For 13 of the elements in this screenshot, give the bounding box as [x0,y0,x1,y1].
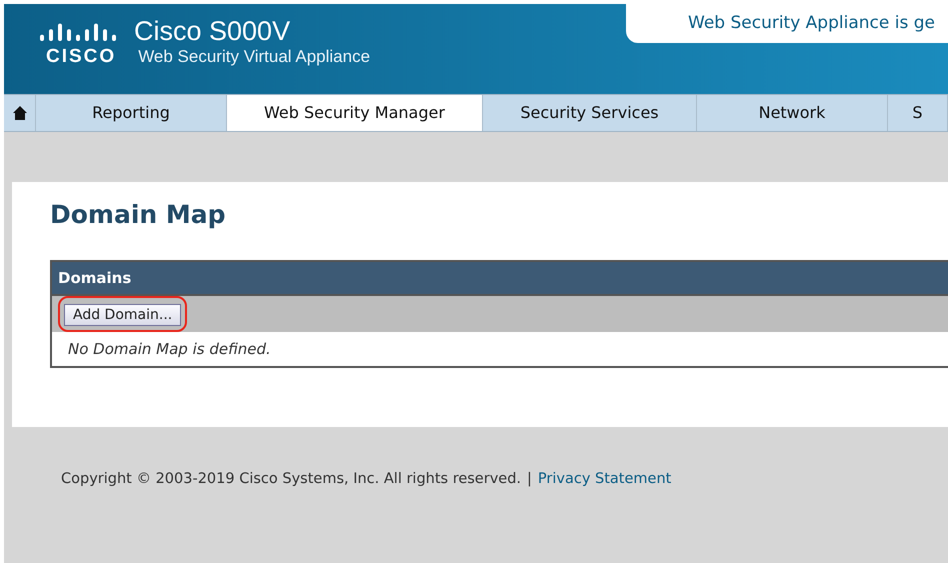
separator: | [527,470,532,489]
home-icon [12,105,28,121]
copyright-text: Copyright © 2003-2019 Cisco Systems, Inc. All rights reserved. [61,470,522,489]
privacy-link[interactable]: Privacy Statement [538,469,672,491]
logo-wordmark: CISCO [46,47,116,66]
notice-banner: Web Security Appliance is ge [626,4,948,43]
product-title: Cisco S000V [134,18,290,45]
product-subtitle: Web Security Virtual Appliance [138,48,370,65]
table-header: Domains [52,262,948,296]
nav-tab[interactable]: Web Security Manager [227,95,483,131]
add-domain-button[interactable]: Add Domain... [64,304,182,326]
page-title: Domain Map [50,200,227,230]
empty-message: No Domain Map is defined. [68,338,271,360]
